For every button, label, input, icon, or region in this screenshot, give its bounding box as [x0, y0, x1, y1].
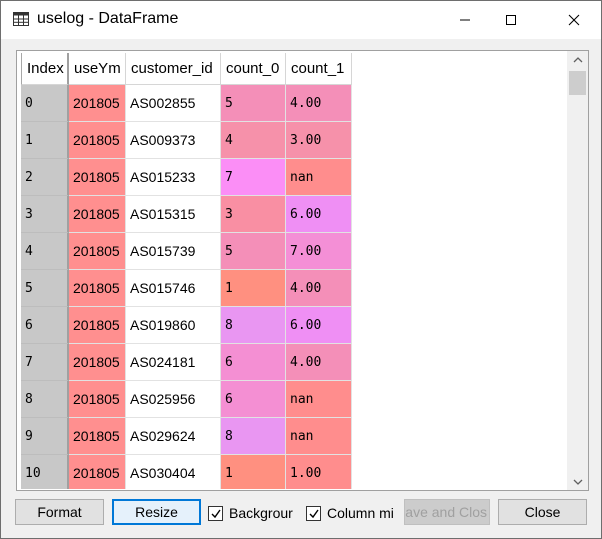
cell-count-0[interactable]: 1	[221, 270, 286, 307]
close-icon	[568, 14, 580, 26]
dataframe-table[interactable]: Index useYm customer_id count_0 count_1 …	[21, 53, 567, 489]
cell-count-1[interactable]: 4.00	[286, 344, 352, 381]
cell-count-1[interactable]: 4.00	[286, 85, 352, 122]
cell-count-0[interactable]: 1	[221, 455, 286, 489]
column-min-max-checkbox-label: Column mi	[327, 505, 394, 521]
cell-index: 5	[21, 270, 69, 307]
cell-useym[interactable]: 201805	[69, 307, 126, 344]
cell-count-1[interactable]: nan	[286, 418, 352, 455]
cell-count-0[interactable]: 6	[221, 344, 286, 381]
cell-useym[interactable]: 201805	[69, 233, 126, 270]
cell-count-1[interactable]: 1.00	[286, 455, 352, 489]
cell-customer-id[interactable]: AS002855	[126, 85, 221, 122]
maximize-button[interactable]	[488, 1, 534, 39]
cell-customer-id[interactable]: AS030404	[126, 455, 221, 489]
cell-count-0[interactable]: 6	[221, 381, 286, 418]
cell-count-1[interactable]: 4.00	[286, 270, 352, 307]
close-window-button[interactable]	[551, 1, 597, 39]
column-header-customer-id[interactable]: customer_id	[126, 53, 221, 85]
cell-index: 3	[21, 196, 69, 233]
cell-customer-id[interactable]: AS015746	[126, 270, 221, 307]
scroll-thumb[interactable]	[569, 71, 586, 95]
dataframe-window: uselog - DataFrame Index useYm customer_…	[0, 0, 602, 539]
cell-customer-id[interactable]: AS009373	[126, 122, 221, 159]
title-bar[interactable]: uselog - DataFrame	[1, 1, 601, 39]
cell-customer-id[interactable]: AS015739	[126, 233, 221, 270]
dataframe-table-panel: Index useYm customer_id count_0 count_1 …	[16, 50, 589, 491]
cell-count-0[interactable]: 8	[221, 307, 286, 344]
column-header-count-1[interactable]: count_1	[286, 53, 352, 85]
cell-index: 6	[21, 307, 69, 344]
column-header-useym[interactable]: useYm	[69, 53, 126, 85]
chevron-down-icon	[573, 479, 582, 485]
cell-index: 2	[21, 159, 69, 196]
cell-count-1[interactable]: nan	[286, 159, 352, 196]
cell-useym[interactable]: 201805	[69, 122, 126, 159]
cell-useym[interactable]: 201805	[69, 381, 126, 418]
cell-customer-id[interactable]: AS029624	[126, 418, 221, 455]
background-checkbox[interactable]: Backgrour	[208, 503, 304, 523]
window-title: uselog - DataFrame	[37, 10, 179, 27]
cell-count-1[interactable]: 6.00	[286, 196, 352, 233]
cell-count-1[interactable]: nan	[286, 381, 352, 418]
chevron-up-icon	[573, 56, 582, 62]
maximize-icon	[506, 15, 516, 25]
cell-index: 0	[21, 85, 69, 122]
cell-count-1[interactable]: 3.00	[286, 122, 352, 159]
scroll-up-button[interactable]	[567, 51, 588, 68]
table-grid-icon	[13, 12, 29, 26]
cell-index: 1	[21, 122, 69, 159]
background-checkbox-label: Backgrour	[229, 505, 293, 521]
cell-count-0[interactable]: 7	[221, 159, 286, 196]
cell-count-0[interactable]: 3	[221, 196, 286, 233]
format-button[interactable]: Format	[15, 499, 104, 525]
column-min-max-checkbox[interactable]: Column mi	[306, 503, 402, 523]
resize-button[interactable]: Resize	[112, 499, 201, 525]
checkbox-checked-icon	[208, 505, 223, 521]
cell-count-1[interactable]: 6.00	[286, 307, 352, 344]
cell-index: 7	[21, 344, 69, 381]
close-button[interactable]: Close	[498, 499, 587, 525]
cell-index: 10	[21, 455, 69, 489]
cell-useym[interactable]: 201805	[69, 418, 126, 455]
cell-customer-id[interactable]: AS019860	[126, 307, 221, 344]
column-header-index[interactable]: Index	[21, 53, 69, 85]
cell-useym[interactable]: 201805	[69, 196, 126, 233]
cell-customer-id[interactable]: AS024181	[126, 344, 221, 381]
cell-index: 8	[21, 381, 69, 418]
cell-useym[interactable]: 201805	[69, 270, 126, 307]
cell-customer-id[interactable]: AS015315	[126, 196, 221, 233]
cell-useym[interactable]: 201805	[69, 159, 126, 196]
cell-useym[interactable]: 201805	[69, 455, 126, 489]
cell-useym[interactable]: 201805	[69, 344, 126, 381]
cell-count-0[interactable]: 8	[221, 418, 286, 455]
cell-customer-id[interactable]: AS015233	[126, 159, 221, 196]
checkbox-checked-icon	[306, 505, 321, 521]
column-header-count-0[interactable]: count_0	[221, 53, 286, 85]
cell-index: 9	[21, 418, 69, 455]
cell-count-0[interactable]: 4	[221, 122, 286, 159]
save-and-close-button[interactable]: ave and Clos	[404, 499, 490, 525]
minimize-icon	[460, 19, 470, 21]
scroll-down-button[interactable]	[567, 473, 588, 490]
cell-count-1[interactable]: 7.00	[286, 233, 352, 270]
cell-customer-id[interactable]: AS025956	[126, 381, 221, 418]
vertical-scrollbar[interactable]	[567, 51, 588, 490]
cell-useym[interactable]: 201805	[69, 85, 126, 122]
minimize-button[interactable]	[442, 1, 488, 39]
cell-index: 4	[21, 233, 69, 270]
cell-count-0[interactable]: 5	[221, 85, 286, 122]
cell-count-0[interactable]: 5	[221, 233, 286, 270]
